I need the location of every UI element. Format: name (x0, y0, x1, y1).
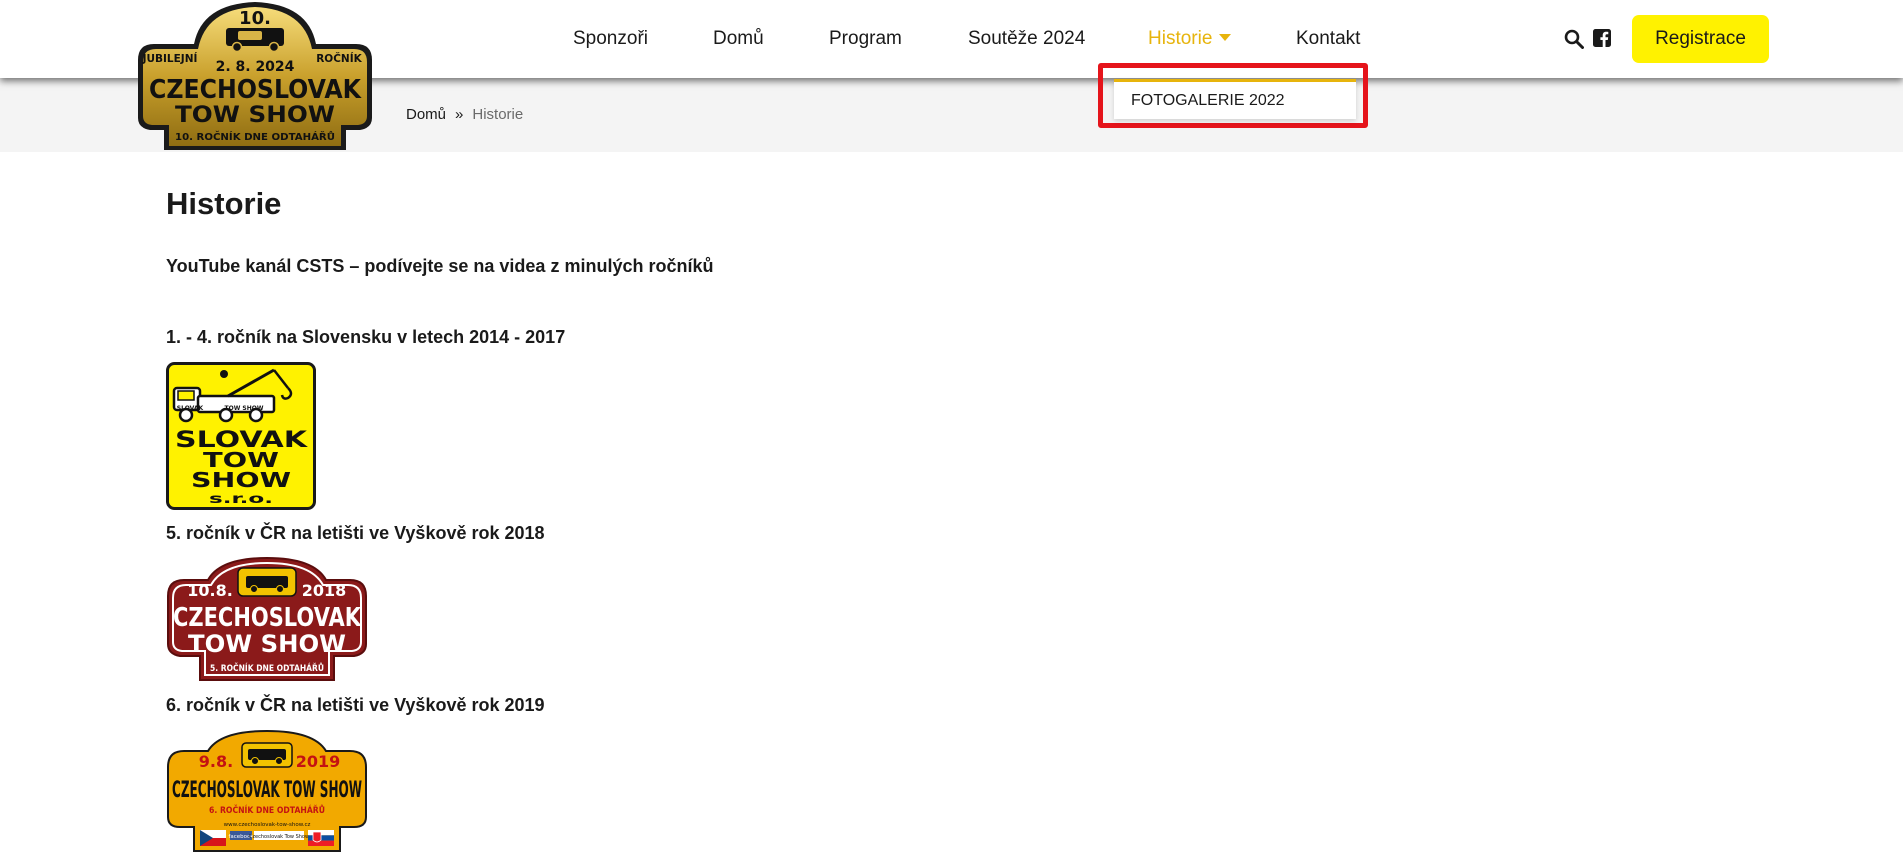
logo-number: 10. (239, 8, 271, 29)
caret-down-icon (1219, 34, 1232, 41)
youtube-channel-link[interactable]: YouTube kanál CSTS – podívejte se na vid… (166, 256, 713, 277)
section-heading-slovakia: 1. - 4. ročník na Slovensku v letech 201… (166, 327, 566, 347)
logo-date: 2. 8. 2024 (216, 59, 295, 75)
slovak-small-left: SLOVAK (177, 405, 204, 412)
breadcrumb-current: Historie (472, 106, 524, 123)
nav-item-program[interactable]: Program (829, 28, 902, 50)
badge-2019-line1: CZECHOSLOVAK TOW SHOW (172, 778, 362, 803)
breadcrumb-separator: » (455, 106, 464, 123)
slovak-tow-show-logo[interactable]: SLOVAK TOW SHOW SLOVAK TOW SHOW s.r.o. (166, 362, 316, 510)
section-heading-2019: 6. ročník v ČR na letišti ve Vyškově rok… (166, 695, 545, 715)
logo-line2: TOW SHOW (175, 103, 335, 128)
nav-item-historie[interactable]: Historie (1148, 28, 1232, 50)
slovak-small-right: TOW SHOW (225, 405, 264, 412)
badge-2018-bottom: 5. ROČNÍK DNE ODTAHÁŘŮ (210, 662, 324, 674)
logo-line1: CZECHOSLOVAK (149, 75, 362, 105)
facebook-icon[interactable] (1593, 29, 1611, 47)
logo-right: ROČNÍK (316, 52, 362, 65)
badge-2019-year: 2019 (296, 752, 341, 771)
breadcrumb-home-link[interactable]: Domů (406, 106, 446, 123)
slovak-flag-icon (308, 830, 334, 846)
badge-2018-logo[interactable]: 10.8. 2018 CZECHOSLOVAK TOW SHOW 5. ROČN… (166, 556, 368, 682)
logo-bottom: 10. ROČNÍK DNE ODTAHÁŘŮ (175, 130, 335, 143)
section-heading-2018: 5. ročník v ČR na letišti ve Vyškově rok… (166, 523, 545, 543)
nav-item-domu[interactable]: Domů (713, 28, 764, 50)
logo-left: JUBILEJNÍ (142, 52, 198, 65)
czech-flag-icon (200, 830, 226, 846)
badge-2018-year: 2018 (302, 581, 347, 600)
slovak-word-4: s.r.o. (209, 492, 273, 507)
nav-item-souteze[interactable]: Soutěže 2024 (968, 28, 1085, 50)
badge-2019-bottom: 6. ROČNÍK DNE ODTAHÁŘŮ (209, 804, 325, 816)
nav-item-historie-label: Historie (1148, 28, 1213, 49)
nav-item-kontakt[interactable]: Kontakt (1296, 28, 1360, 50)
slovak-word-3: SHOW (191, 468, 291, 492)
badge-2018-line1: CZECHOSLOVAK (173, 603, 362, 633)
badge-2019-url: www.czechoslovak-tow-show.cz (224, 822, 311, 828)
dropdown-item-fotogalerie-2022[interactable]: FOTOGALERIE 2022 (1131, 92, 1285, 110)
facebook-badge-icon: facebook Czechoslovak Tow Show (228, 831, 309, 840)
site-logo[interactable]: 10. 2. 8. 2024 JUBILEJNÍ ROČNÍK CZECHOSL… (134, 0, 376, 152)
badge-2019-logo[interactable]: 9.8. 2019 CZECHOSLOVAK TOW SHOW 6. ROČNÍ… (166, 729, 368, 853)
nav-item-sponzori[interactable]: Sponzoři (573, 28, 648, 50)
page-title: Historie (166, 186, 282, 221)
badge-2019-date: 9.8. (199, 752, 233, 771)
search-icon[interactable] (1564, 29, 1584, 49)
badge-2018-line2: TOW SHOW (188, 630, 346, 658)
register-button[interactable]: Registrace (1632, 15, 1769, 63)
badge-2019-fb-page: Czechoslovak Tow Show (249, 834, 309, 840)
badge-2018-date: 10.8. (187, 581, 233, 600)
breadcrumb: Domů » Historie (406, 106, 523, 123)
tow-truck-icon-2019 (241, 742, 293, 768)
historie-dropdown-menu: FOTOGALERIE 2022 (1114, 79, 1356, 119)
